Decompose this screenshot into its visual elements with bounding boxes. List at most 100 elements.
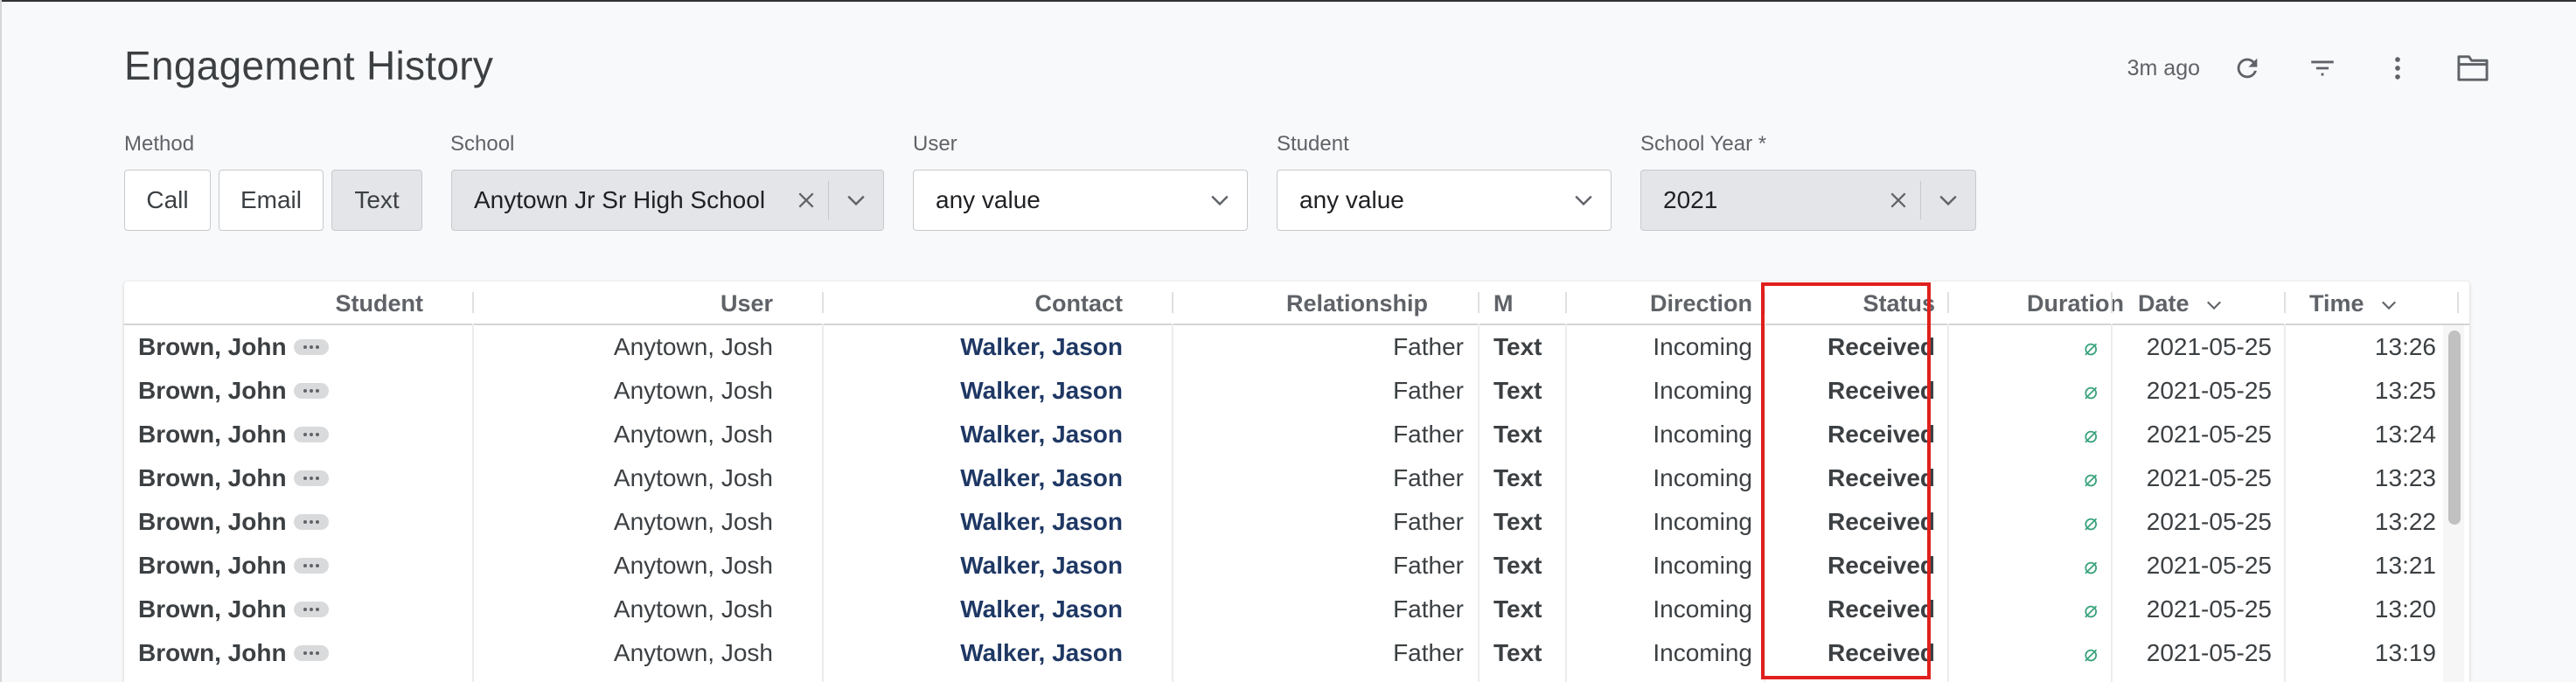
cell-date: 2021-05-25 bbox=[2111, 369, 2272, 413]
cell-student[interactable]: Brown, John bbox=[138, 544, 453, 588]
method-filter-label: Method bbox=[124, 132, 195, 156]
cell-status: Received bbox=[1765, 631, 1935, 675]
clear-icon[interactable] bbox=[1876, 170, 1920, 230]
column-header-time[interactable]: Time bbox=[2309, 282, 2423, 324]
table-row[interactable]: Brown, John Anytown, Josh Walker, Jason Fat… bbox=[124, 456, 2441, 500]
column-header-status[interactable]: Status bbox=[1765, 282, 1935, 324]
cell-status: Received bbox=[1765, 544, 1935, 588]
window-top-border bbox=[0, 0, 2576, 2]
cell-status-text: Received bbox=[1828, 421, 1935, 448]
column-header-direction[interactable]: Direction bbox=[1567, 282, 1752, 324]
cell-contact[interactable]: Walker, Jason bbox=[824, 413, 1123, 456]
cell-student[interactable]: Brown, John bbox=[138, 369, 453, 413]
cell-relationship-text: Father bbox=[1393, 639, 1464, 666]
cell-contact[interactable]: Walker, Jason bbox=[824, 456, 1123, 500]
cell-method-text: Text bbox=[1493, 464, 1542, 491]
column-header-method[interactable]: M bbox=[1493, 282, 1528, 324]
more-horizontal-icon[interactable] bbox=[293, 557, 329, 574]
cell-direction: Incoming bbox=[1567, 500, 1752, 544]
column-header-contact[interactable]: Contact bbox=[824, 282, 1124, 324]
column-header-date[interactable]: Date bbox=[2138, 282, 2278, 324]
cell-time: 13:22 bbox=[2286, 500, 2436, 544]
cell-method: Text bbox=[1493, 413, 1555, 456]
cell-contact[interactable]: Walker, Jason bbox=[824, 631, 1123, 675]
cell-user-text: Anytown, Josh bbox=[613, 421, 773, 448]
cell-relationship: Father bbox=[1173, 500, 1464, 544]
cell-time-text: 13:19 bbox=[2374, 639, 2436, 666]
cell-contact[interactable]: Walker, Jason bbox=[824, 588, 1123, 631]
cell-method-text: Text bbox=[1493, 639, 1542, 666]
header-actions: 3m ago bbox=[2127, 49, 2497, 87]
table-row[interactable]: Brown, John Anytown, Josh Walker, Jason Fat… bbox=[124, 500, 2441, 544]
cell-direction-text: Incoming bbox=[1653, 421, 1752, 448]
more-horizontal-icon[interactable] bbox=[293, 426, 329, 442]
cell-student[interactable]: Brown, John bbox=[138, 456, 453, 500]
column-header-user[interactable]: User bbox=[474, 282, 773, 324]
more-horizontal-icon[interactable] bbox=[293, 338, 329, 355]
column-divider[interactable] bbox=[1478, 292, 1479, 313]
method-call-button[interactable]: Call bbox=[124, 170, 211, 231]
cell-method: Text bbox=[1493, 544, 1555, 588]
column-divider[interactable] bbox=[2284, 292, 2286, 313]
cell-student[interactable]: Brown, John bbox=[138, 631, 453, 675]
cell-relationship-text: Father bbox=[1393, 595, 1464, 623]
user-select[interactable]: any value bbox=[913, 170, 1248, 231]
cell-relationship-text: Father bbox=[1393, 377, 1464, 404]
cell-student[interactable]: Brown, John bbox=[138, 588, 453, 631]
cell-time-text: 13:24 bbox=[2374, 421, 2436, 448]
chevron-down-icon[interactable] bbox=[1921, 170, 1975, 230]
cell-time: 13:20 bbox=[2286, 588, 2436, 631]
cell-student[interactable]: Brown, John bbox=[138, 413, 453, 456]
cell-user-text: Anytown, Josh bbox=[613, 595, 773, 623]
table-row[interactable]: Brown, John Anytown, Josh Walker, Jason Fat… bbox=[124, 588, 2441, 631]
cell-contact[interactable]: Walker, Jason bbox=[824, 500, 1123, 544]
clear-icon[interactable] bbox=[784, 170, 828, 230]
more-horizontal-icon[interactable] bbox=[293, 470, 329, 486]
cell-contact-text: Walker, Jason bbox=[960, 464, 1123, 491]
cell-student[interactable]: Brown, John bbox=[138, 500, 453, 544]
cell-contact[interactable]: Walker, Jason bbox=[824, 369, 1123, 413]
table-row[interactable]: Brown, John Anytown, Josh Walker, Jason Fat… bbox=[124, 413, 2441, 456]
more-vert-icon[interactable] bbox=[2373, 49, 2422, 87]
cell-date: 2021-05-25 bbox=[2111, 325, 2272, 369]
table-row[interactable]: Brown, John Anytown, Josh Walker, Jason Fat… bbox=[124, 631, 2441, 675]
refresh-icon[interactable] bbox=[2223, 49, 2272, 87]
table-row[interactable]: Brown, John Anytown, Josh Walker, Jason Fat… bbox=[124, 544, 2441, 588]
chevron-down-icon[interactable] bbox=[1193, 170, 1247, 230]
more-horizontal-icon[interactable] bbox=[293, 644, 329, 661]
cell-duration: ⌀ bbox=[1949, 544, 2098, 588]
filter-icon[interactable] bbox=[2298, 49, 2347, 87]
column-divider[interactable] bbox=[2111, 292, 2113, 313]
more-horizontal-icon[interactable] bbox=[293, 382, 329, 399]
cell-contact-text: Walker, Jason bbox=[960, 421, 1123, 448]
cell-contact[interactable]: Walker, Jason bbox=[824, 325, 1123, 369]
table-row[interactable]: Brown, John Anytown, Josh Walker, Jason Fat… bbox=[124, 325, 2441, 369]
column-header-student[interactable]: Student bbox=[124, 282, 424, 324]
more-horizontal-icon[interactable] bbox=[293, 513, 329, 530]
method-email-button[interactable]: Email bbox=[219, 170, 324, 231]
cell-relationship: Father bbox=[1173, 631, 1464, 675]
cell-date-text: 2021-05-25 bbox=[2146, 508, 2272, 535]
method-text-button[interactable]: Text bbox=[331, 170, 422, 231]
folder-icon[interactable] bbox=[2448, 49, 2497, 87]
more-horizontal-icon[interactable] bbox=[293, 601, 329, 617]
cell-contact[interactable]: Walker, Jason bbox=[824, 544, 1123, 588]
school-select[interactable]: Anytown Jr Sr High School bbox=[451, 170, 884, 231]
cell-method-text: Text bbox=[1493, 421, 1542, 448]
cell-date-text: 2021-05-25 bbox=[2146, 377, 2272, 404]
chevron-down-icon[interactable] bbox=[1556, 170, 1611, 230]
student-select[interactable]: any value bbox=[1277, 170, 1612, 231]
school-year-select[interactable]: 2021 bbox=[1640, 170, 1976, 231]
column-header-relationship[interactable]: Relationship bbox=[1173, 282, 1428, 324]
column-header-duration[interactable]: Duration bbox=[1949, 282, 2124, 324]
table-row[interactable]: Brown, John Anytown, Josh Walker, Jason Fat… bbox=[124, 369, 2441, 413]
scrollbar-thumb[interactable] bbox=[2448, 331, 2461, 525]
user-filter-label: User bbox=[913, 132, 957, 156]
cell-student[interactable]: Brown, John bbox=[138, 325, 453, 369]
school-select-value: Anytown Jr Sr High School bbox=[474, 186, 766, 213]
cell-duration-text: ⌀ bbox=[2084, 378, 2098, 404]
cell-relationship: Father bbox=[1173, 544, 1464, 588]
chevron-down-icon[interactable] bbox=[829, 170, 883, 230]
cell-status-text: Received bbox=[1828, 639, 1935, 666]
cell-duration-text: ⌀ bbox=[2084, 553, 2098, 579]
